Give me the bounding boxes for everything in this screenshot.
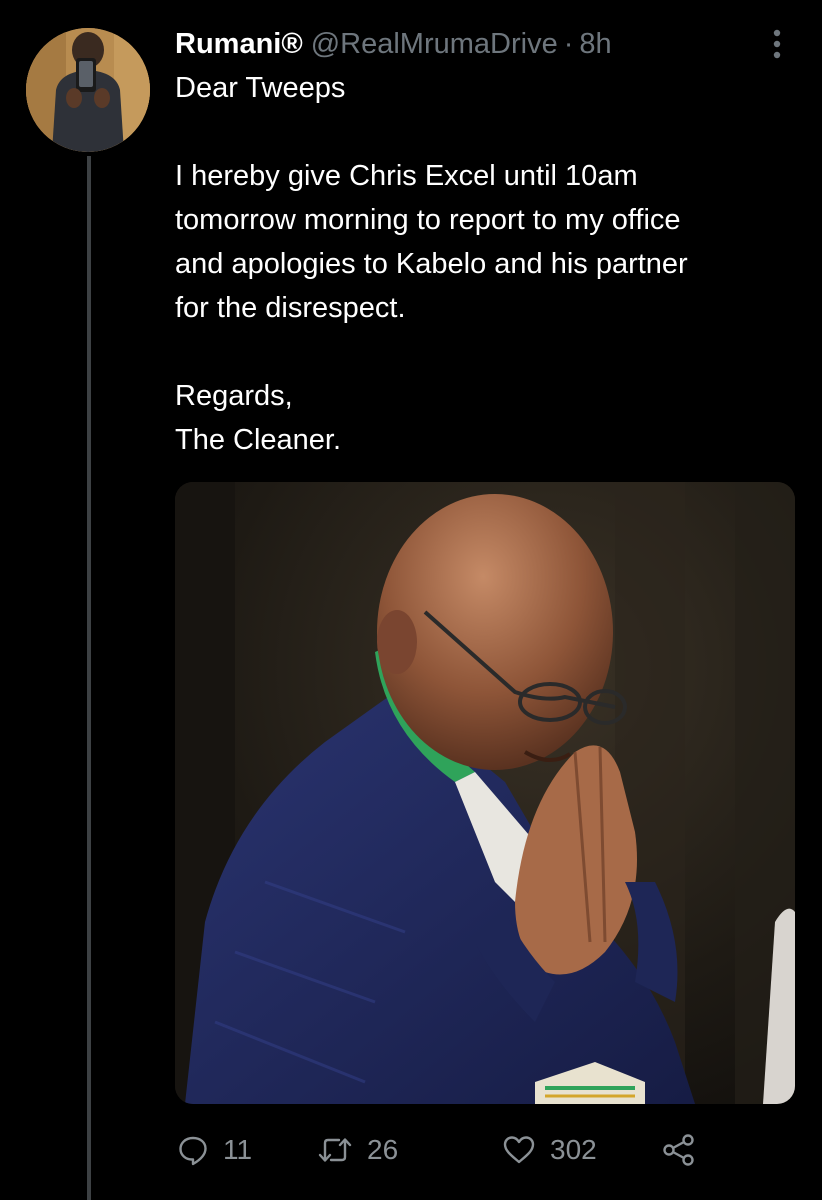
like-button[interactable]: 302 — [502, 1128, 597, 1172]
author-name[interactable]: Rumani® — [175, 28, 303, 61]
tweet-text-line: I hereby give Chris Excel until 10am — [175, 160, 638, 192]
share-button[interactable] — [662, 1128, 696, 1172]
tweet-text-line: Dear Tweeps — [175, 72, 346, 104]
tweet-text-line: tomorrow morning to report to my office — [175, 204, 681, 236]
retweet-icon — [318, 1138, 352, 1162]
reply-button[interactable]: 11 — [177, 1128, 252, 1172]
more-options-button[interactable] — [762, 26, 792, 62]
author-handle[interactable]: @RealMrumaDrive — [311, 28, 558, 61]
tweet-text-line: Regards, — [175, 380, 293, 412]
reply-icon — [179, 1136, 207, 1166]
avatar[interactable] — [26, 28, 150, 152]
more-vertical-icon — [773, 29, 781, 59]
retweet-button[interactable]: 26 — [317, 1128, 398, 1172]
reply-count: 11 — [223, 1134, 253, 1165]
heart-icon — [503, 1136, 535, 1164]
tweet-text: Dear Tweeps I hereby give Chris Excel un… — [175, 66, 795, 462]
tweet-text-line: for the disrespect. — [175, 292, 406, 324]
separator-dot: · — [563, 27, 574, 60]
like-count: 302 — [550, 1134, 597, 1165]
tweet-actions-bar: 11 26 302 — [175, 1128, 735, 1172]
tweet-media-image[interactable] — [175, 482, 795, 1104]
thread-line — [87, 156, 91, 1200]
tweet-header: Rumani® @RealMrumaDrive · 8h — [175, 24, 612, 64]
tweet-text-line: The Cleaner. — [175, 424, 342, 456]
media-photo — [175, 482, 795, 1104]
tweet-timestamp[interactable]: 8h — [579, 28, 611, 61]
tweet-text-line: and apologies to Kabelo and his partner — [175, 248, 688, 280]
retweet-count: 26 — [367, 1134, 399, 1165]
share-icon — [663, 1134, 694, 1166]
avatar-photo — [26, 28, 150, 152]
